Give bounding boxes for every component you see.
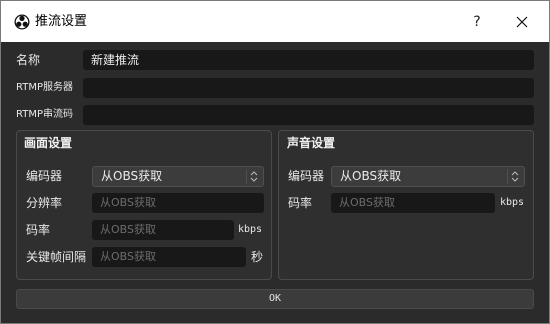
keyframe-interval-unit: 秒 bbox=[251, 250, 264, 264]
video-settings-group: 画面设置 编码器 从OBS获取 分辨率 从OBS获取 码率 从OBS获取 kbp… bbox=[16, 130, 272, 280]
rtmp-server-label: RTMP服务器 bbox=[16, 82, 73, 93]
video-bitrate-input[interactable]: 从OBS获取 bbox=[92, 220, 234, 240]
push-stream-settings-dialog: 推流设置 ? 名称 新建推流 RTMP服务器 RTMP串流码 画面设置 编码器 … bbox=[0, 0, 550, 324]
video-encoder-label: 编码器 bbox=[26, 169, 63, 183]
audio-settings-title: 声音设置 bbox=[287, 136, 336, 150]
video-encoder-select[interactable]: 从OBS获取 bbox=[92, 166, 264, 187]
dialog-content: 名称 新建推流 RTMP服务器 RTMP串流码 画面设置 编码器 从OBS获取 … bbox=[1, 42, 549, 323]
audio-bitrate-unit: kbps bbox=[500, 197, 525, 208]
resolution-label: 分辨率 bbox=[26, 196, 63, 210]
video-settings-title: 画面设置 bbox=[24, 136, 73, 150]
audio-encoder-label: 编码器 bbox=[288, 169, 325, 183]
ok-button[interactable]: OK bbox=[16, 289, 534, 309]
help-button[interactable]: ? bbox=[464, 11, 490, 33]
keyframe-interval-input[interactable]: 从OBS获取 bbox=[92, 247, 246, 267]
chevron-updown-icon bbox=[246, 169, 258, 184]
video-encoder-value: 从OBS获取 bbox=[101, 169, 163, 183]
rtmp-key-input[interactable] bbox=[83, 105, 534, 125]
audio-encoder-value: 从OBS获取 bbox=[340, 169, 402, 183]
resolution-input[interactable]: 从OBS获取 bbox=[92, 193, 264, 213]
rtmp-server-input[interactable] bbox=[83, 78, 534, 98]
rtmp-key-label: RTMP串流码 bbox=[16, 109, 73, 120]
video-bitrate-unit: kbps bbox=[238, 224, 263, 235]
video-bitrate-label: 码率 bbox=[26, 223, 51, 237]
window-title: 推流设置 bbox=[35, 14, 88, 29]
audio-settings-group: 声音设置 编码器 从OBS获取 码率 从OBS获取 kbps bbox=[278, 130, 534, 280]
audio-bitrate-input[interactable]: 从OBS获取 bbox=[331, 193, 495, 213]
close-icon[interactable] bbox=[509, 11, 535, 33]
audio-encoder-select[interactable]: 从OBS获取 bbox=[331, 166, 525, 187]
obs-logo-icon bbox=[14, 14, 30, 30]
audio-bitrate-label: 码率 bbox=[288, 196, 313, 210]
keyframe-interval-label: 关键帧间隔 bbox=[26, 250, 87, 264]
name-input[interactable]: 新建推流 bbox=[83, 50, 534, 70]
title-bar: 推流设置 ? bbox=[1, 1, 549, 42]
chevron-updown-icon bbox=[507, 169, 519, 184]
name-label: 名称 bbox=[16, 53, 41, 67]
